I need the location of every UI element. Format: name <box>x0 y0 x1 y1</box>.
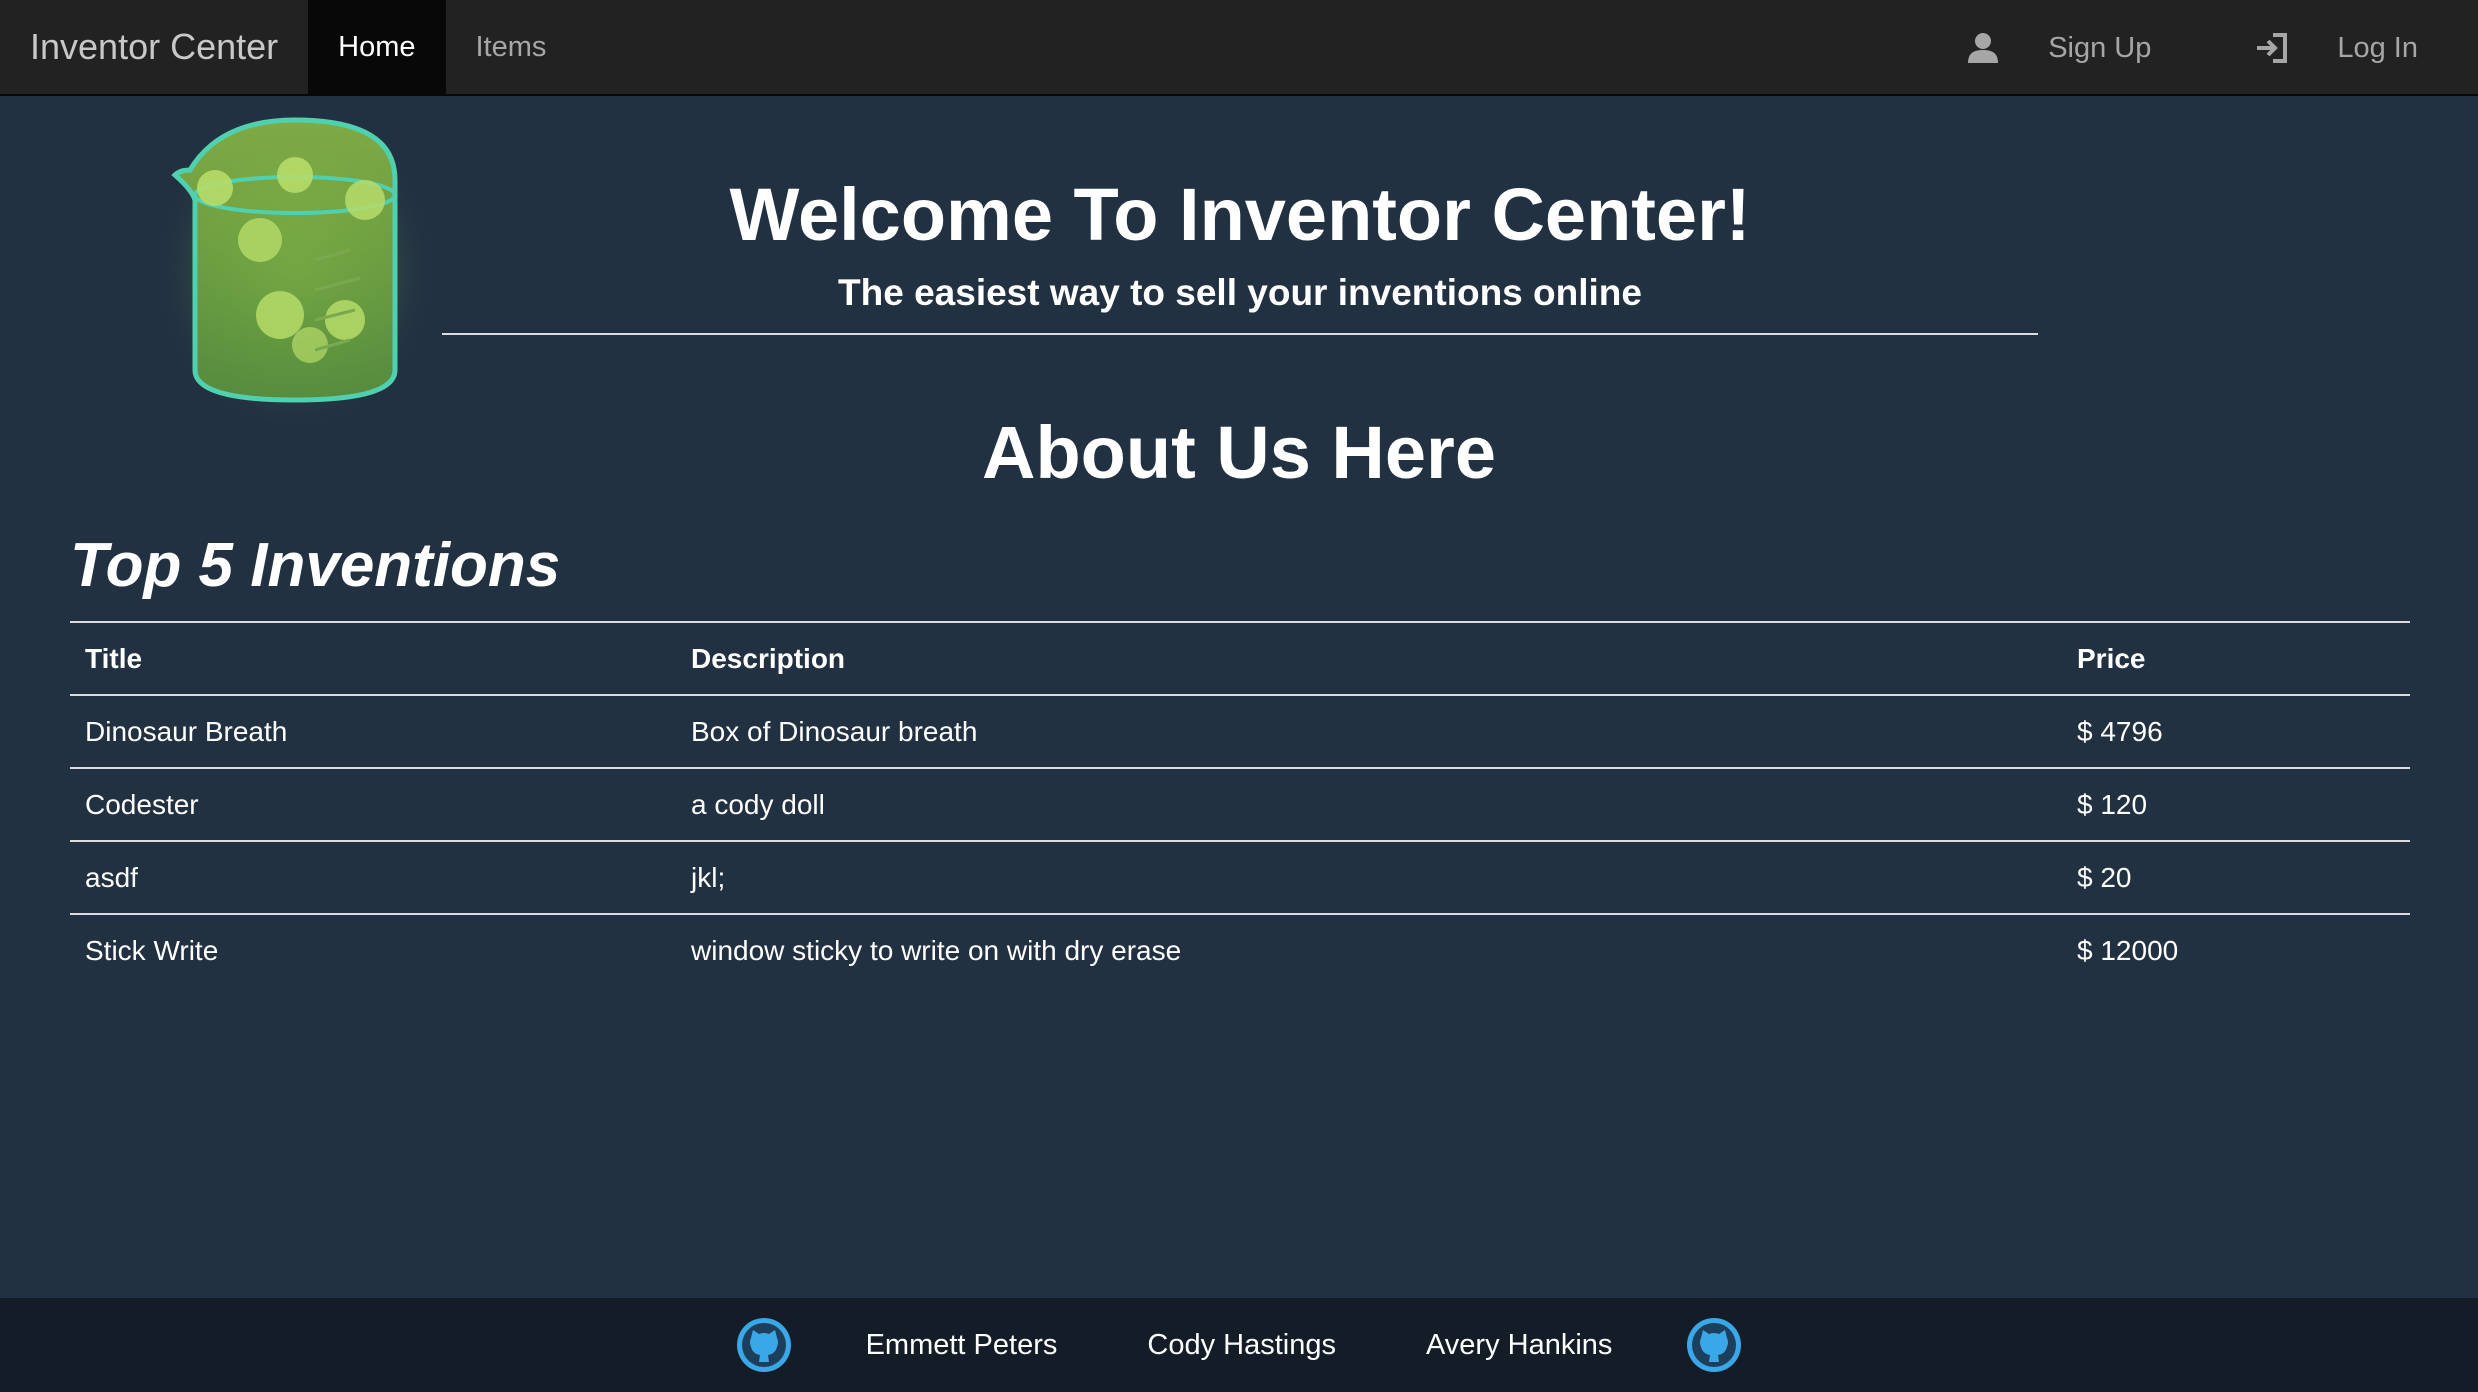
row-description: window sticky to write on with dry erase <box>676 913 2062 987</box>
github-icon[interactable] <box>735 1316 793 1374</box>
user-icon <box>1966 31 2000 65</box>
footer-name-emmett[interactable]: Emmett Peters <box>866 1329 1058 1362</box>
log-in-link[interactable]: Log In <box>2203 0 2478 96</box>
row-description: Box of Dinosaur breath <box>691 715 978 747</box>
page-title: Welcome To Inventor Center! <box>729 173 1751 256</box>
beaker-icon <box>150 100 440 430</box>
table-row: asdf jkl; $ 20 <box>70 840 2410 914</box>
sign-up-link[interactable]: Sign Up <box>1936 0 2203 96</box>
github-icon[interactable] <box>1685 1316 1743 1374</box>
nav-home[interactable]: Home <box>308 0 446 95</box>
page-subtitle: The easiest way to sell your inventions … <box>838 272 1642 313</box>
row-title: Codester <box>70 767 676 841</box>
column-header-title: Title <box>70 621 676 696</box>
hero-divider <box>442 333 2038 335</box>
footer-name-cody[interactable]: Cody Hastings <box>1147 1329 1336 1362</box>
table-row: Dinosaur Breath Box of Dinosaur breath $… <box>70 695 2410 768</box>
footer: Emmett Peters Cody Hastings Avery Hankin… <box>0 1298 2478 1392</box>
row-price: $ 20 <box>2062 840 2410 914</box>
row-title: Stick Write <box>70 913 676 987</box>
row-price: $ 12000 <box>2062 913 2410 987</box>
about-heading: About Us Here <box>982 411 1496 494</box>
row-price: $ 4796 <box>2077 715 2163 747</box>
column-header-description: Description <box>676 621 2062 696</box>
navbar: Inventor Center Home Items Sign Up Log I… <box>0 0 2478 96</box>
inventions-table: Title Description Price Dinosaur Breath … <box>70 621 2410 987</box>
row-title: asdf <box>70 840 676 914</box>
brand-link[interactable]: Inventor Center <box>0 0 308 95</box>
inventions-table-wrap: Title Description Price Dinosaur Breath … <box>70 621 2410 987</box>
row-description: a cody doll <box>676 767 2062 841</box>
log-in-label: Log In <box>2337 31 2418 64</box>
table-row: Codester a cody doll $ 120 <box>70 767 2410 841</box>
column-header-price: Price <box>2062 621 2410 696</box>
row-description: jkl; <box>676 840 2062 914</box>
row-title: Dinosaur Breath <box>85 715 288 747</box>
row-price: $ 120 <box>2062 767 2410 841</box>
footer-name-avery[interactable]: Avery Hankins <box>1426 1329 1612 1362</box>
nav-items[interactable]: Items <box>446 0 577 95</box>
table-header-row: Title Description Price <box>70 621 2410 696</box>
table-row: Stick Write window sticky to write on wi… <box>70 913 2410 987</box>
top-inventions-heading: Top 5 Inventions <box>70 531 561 600</box>
sign-up-label: Sign Up <box>2048 31 2152 64</box>
log-in-icon <box>2255 31 2289 65</box>
navbar-right: Sign Up Log In <box>1936 0 2478 96</box>
